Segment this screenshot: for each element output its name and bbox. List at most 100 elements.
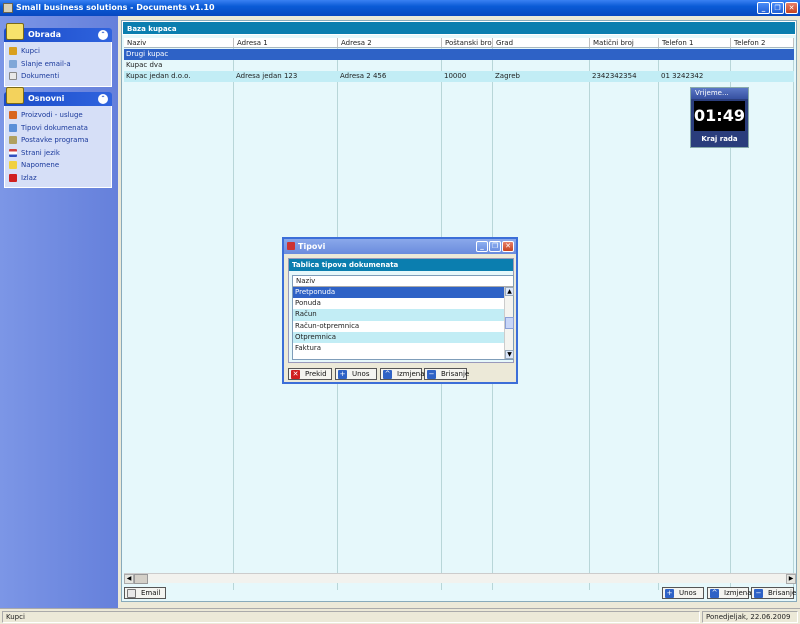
document-types-list[interactable]: Naziv Pretponuda Ponuda Račun Račun-otpr… [292, 275, 514, 360]
sidebar-item-dokumenti[interactable]: Dokumenti [9, 70, 111, 83]
sidebar-item-strani-jezik[interactable]: Strani jezik [9, 147, 111, 160]
scroll-thumb[interactable] [134, 574, 148, 584]
vertical-scrollbar[interactable]: ▲ ▼ [504, 287, 514, 359]
group-osnovni: Osnovni ⌃ Proizvodi - usluge Tipovi doku… [4, 87, 112, 188]
group-title: Obrada [28, 30, 61, 39]
column-header[interactable]: Adresa 1 [234, 38, 338, 47]
button-label: Izmjena [397, 370, 425, 378]
column-header[interactable]: Matični broj [590, 38, 659, 47]
column-header[interactable]: Poštanski broj [442, 38, 493, 47]
status-left: Kupci [2, 611, 700, 623]
table-cell: 10000 [444, 72, 467, 80]
table-cell: Adresa jedan 123 [236, 72, 298, 80]
maximize-button[interactable]: ❐ [771, 2, 784, 14]
sidebar-item-kupci[interactable]: Kupci [9, 45, 111, 58]
button-label: Prekid [305, 370, 327, 378]
window-title: Small business solutions - Documents v1.… [16, 3, 215, 12]
brisanje-button[interactable]: − Brisanje [751, 587, 796, 599]
table-row[interactable]: Kupac jedan d.o.o. Adresa jedan 123 Adre… [124, 71, 794, 82]
scroll-thumb[interactable] [505, 317, 514, 329]
sidebar-item-napomene[interactable]: Napomene [9, 159, 111, 172]
table-row[interactable]: Kupac dva [124, 60, 794, 71]
column-header[interactable]: Telefon 1 [659, 38, 731, 47]
list-item[interactable]: Pretponuda [293, 287, 505, 299]
panel-header: Baza kupaca [122, 21, 796, 35]
list-item[interactable]: Račun-otpremnica [293, 321, 505, 332]
envelope-icon [127, 588, 136, 598]
sidebar-item-slanje-emaila[interactable]: Slanje email-a [9, 58, 111, 71]
scroll-down-icon[interactable]: ▼ [505, 350, 514, 359]
plus-icon: + [665, 588, 674, 598]
list-item[interactable]: Račun [293, 309, 505, 321]
column-header[interactable]: Telefon 2 [731, 38, 794, 47]
column-header[interactable]: Naziv [124, 38, 234, 47]
dialog-titlebar[interactable]: Tipovi _ ❐ ✕ [284, 239, 516, 254]
list-item[interactable]: Faktura [293, 343, 505, 354]
table-cell: 2342342354 [592, 72, 637, 80]
collapse-icon[interactable]: ⌃ [98, 30, 108, 40]
scroll-left-icon[interactable]: ◀ [124, 574, 134, 584]
sidebar-item-label: Slanje email-a [21, 59, 71, 68]
list-item[interactable]: Otpremnica [293, 331, 505, 343]
clock-time: 01:49 [694, 101, 745, 131]
status-date: Ponedjeljak, 22.06.2009 [702, 611, 798, 623]
dialog-brisanje-button[interactable]: − Brisanje [424, 368, 470, 380]
sidebar-item-tipovi[interactable]: Tipovi dokumenata [9, 122, 111, 135]
unos-button[interactable]: + Unos [662, 587, 704, 599]
end-work-button[interactable]: Kraj rada [691, 133, 748, 145]
grid-header: Naziv Adresa 1 Adresa 2 Poštanski broj G… [124, 38, 794, 48]
table-cell: Kupac jedan d.o.o. [126, 72, 191, 80]
scroll-right-icon[interactable]: ▶ [786, 574, 796, 584]
column-header[interactable]: Adresa 2 [338, 38, 442, 47]
button-label: Brisanje [441, 370, 470, 378]
group-obrada: Obrada ⌃ Kupci Slanje email-a Dokumenti [4, 23, 112, 87]
table-cell: Adresa 2 456 [340, 72, 387, 80]
column-header[interactable]: Grad [493, 38, 590, 47]
sidebar: Obrada ⌃ Kupci Slanje email-a Dokumenti … [0, 16, 118, 608]
sidebar-item-label: Postavke programa [21, 136, 89, 144]
document-icon [9, 72, 17, 81]
dialog-unos-button[interactable]: + Unos [335, 368, 377, 380]
person-icon [9, 47, 17, 56]
clock-title: Vrijeme... [691, 88, 748, 99]
sidebar-item-postavke[interactable]: Postavke programa [9, 134, 111, 147]
horizontal-scrollbar[interactable]: ◀ ▶ [124, 573, 796, 584]
column-header[interactable]: Naziv [293, 276, 513, 287]
tipovi-dialog: Tipovi _ ❐ ✕ Tablica tipova dokumenata N… [282, 237, 518, 384]
group-header-obrada[interactable]: Obrada ⌃ [4, 23, 112, 42]
sidebar-item-proizvodi[interactable]: Proizvodi - usluge [9, 109, 111, 122]
button-label: Unos [352, 370, 370, 378]
settings-icon [9, 136, 17, 145]
table-row[interactable]: Drugi kupac [124, 49, 794, 60]
dialog-maximize-button[interactable]: ❐ [489, 241, 501, 252]
close-button[interactable]: ✕ [785, 2, 798, 14]
sidebar-item-label: Strani jezik [21, 148, 60, 157]
document-types-header: Tablica tipova dokumenata [289, 259, 513, 271]
dialog-minimize-button[interactable]: _ [476, 241, 488, 252]
sidebar-item-label: Tipovi dokumenata [21, 123, 88, 132]
collapse-icon[interactable]: ⌃ [98, 94, 108, 104]
minus-icon: − [427, 369, 436, 379]
window-titlebar: Small business solutions - Documents v1.… [0, 0, 800, 16]
list-item[interactable]: Ponuda [293, 298, 505, 309]
app-icon [3, 3, 13, 13]
dialog-title: Tipovi [298, 242, 326, 251]
button-label: Izmjena [724, 589, 752, 597]
email-button[interactable]: Email [124, 587, 166, 599]
exit-icon [9, 173, 17, 182]
button-label: Unos [679, 589, 697, 597]
dialog-close-button[interactable]: ✕ [502, 241, 514, 252]
dialog-izmjena-button[interactable]: ^ Izmjena [380, 368, 425, 380]
group-header-osnovni[interactable]: Osnovni ⌃ [4, 87, 112, 106]
table-cell: 01 3242342 [661, 72, 704, 80]
star-icon [9, 161, 17, 170]
minimize-button[interactable]: _ [757, 2, 770, 14]
sidebar-item-izlaz[interactable]: Izlaz [9, 172, 111, 185]
prekid-button[interactable]: ✕ Prekid [288, 368, 332, 380]
button-label: Email [141, 589, 161, 597]
minus-icon: − [754, 588, 763, 598]
scroll-up-icon[interactable]: ▲ [505, 287, 514, 296]
notepad-icon [6, 23, 24, 40]
clock-widget: Vrijeme... 01:49 Kraj rada [690, 87, 749, 148]
izmjena-button[interactable]: ^ Izmjena [707, 587, 752, 599]
